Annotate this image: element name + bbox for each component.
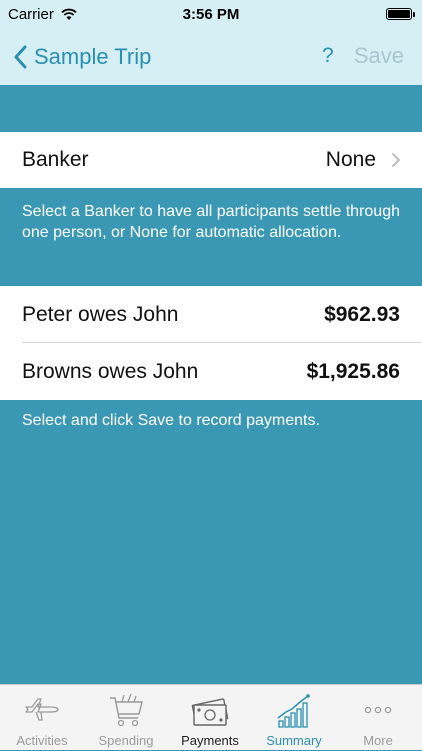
more-dots-icon [364, 706, 392, 714]
airplane-icon [25, 698, 59, 721]
banker-value: None [325, 148, 376, 171]
help-button[interactable]: ? [322, 44, 334, 68]
battery-icon [386, 8, 415, 20]
tab-label: Payments [181, 733, 239, 748]
shopping-cart-icon [110, 693, 143, 727]
tab-bar: Activities Spending Payments Summary Mor… [0, 684, 422, 750]
tab-label: Spending [98, 733, 154, 748]
payment-amount: $962.93 [324, 302, 400, 326]
bar-chart-icon [277, 694, 310, 728]
status-bar: Carrier 3:56 PM [0, 0, 422, 30]
banker-note: Select a Banker to have all participants… [22, 203, 400, 241]
tab-payments[interactable]: Payments [168, 685, 252, 751]
payments-note: Select and click Save to record payments… [22, 412, 320, 429]
payment-row[interactable]: Browns owes John $1,925.86 [0, 343, 422, 400]
back-button[interactable]: Sample Trip [14, 42, 151, 72]
money-icon [191, 698, 229, 726]
banker-label: Banker [22, 148, 89, 171]
tab-label: More [363, 733, 393, 748]
navigation-bar: Sample Trip ? Save [0, 30, 422, 85]
payment-label: Browns owes John [22, 359, 199, 383]
tab-spending[interactable]: Spending [84, 685, 168, 751]
back-button-label: Sample Trip [34, 44, 152, 69]
chevron-right-icon [392, 153, 400, 167]
tab-label: Activities [16, 733, 68, 748]
save-button[interactable]: Save [354, 43, 404, 69]
tab-more[interactable]: More [336, 685, 420, 751]
tab-summary[interactable]: Summary [252, 685, 336, 751]
payment-amount: $1,925.86 [306, 359, 400, 383]
status-time: 3:56 PM [182, 6, 240, 23]
tab-label: Summary [266, 733, 322, 748]
banker-row[interactable]: Banker None [0, 132, 422, 188]
tab-activities[interactable]: Activities [0, 685, 84, 751]
payment-label: Peter owes John [22, 302, 179, 326]
payment-row[interactable]: Peter owes John $962.93 [0, 286, 422, 343]
chevron-left-icon [14, 45, 27, 69]
